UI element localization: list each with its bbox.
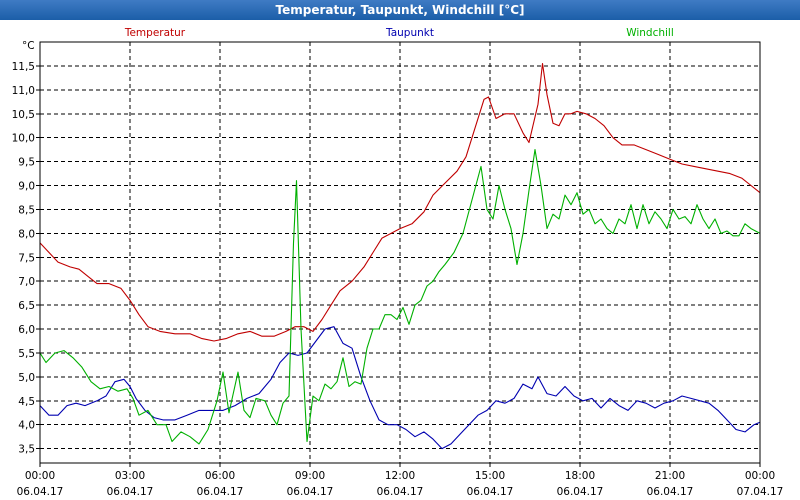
x-tick-date: 06.04.17 [17, 486, 64, 498]
y-tick-label: 10,5 [12, 109, 35, 121]
x-tick-date: 06.04.17 [197, 486, 244, 498]
y-tick-label: 11,0 [12, 85, 35, 97]
y-tick-label: 7,5 [18, 252, 35, 264]
x-tick-time: 15:00 [475, 470, 505, 482]
grid [40, 42, 760, 463]
legend-temperatur: Temperatur [124, 27, 186, 39]
x-tick-date: 06.04.17 [647, 486, 694, 498]
y-tick-label: 8,5 [18, 204, 35, 216]
y-tick-label: 8,0 [18, 228, 35, 240]
line-chart: 3,5 4,0 4,5 5,0 5,5 6,0 6,5 7,0 7,5 8,0 8,5 9,0 9,5 1… [12, 27, 784, 498]
x-tick-time: 12:00 [385, 470, 415, 482]
x-tick-date: 06.04.17 [377, 486, 424, 498]
x-tick-time: 06:00 [205, 470, 235, 482]
x-tick-time: 03:00 [115, 470, 145, 482]
x-tick-date: 06.04.17 [287, 486, 334, 498]
x-tick-date: 07.04.17 [737, 486, 784, 498]
y-tick-label: 4,5 [18, 396, 35, 408]
y-tick-label: 10,0 [12, 133, 35, 145]
y-tick-label: 9,5 [18, 157, 35, 169]
y-tick-label: 5,5 [18, 348, 35, 360]
x-tick-time: 00:00 [25, 470, 55, 482]
x-tick-date: 06.04.17 [467, 486, 514, 498]
y-tick-label: 11,5 [12, 61, 35, 73]
legend-taupunkt: Taupunkt [385, 27, 434, 39]
x-tick-date: 06.04.17 [107, 486, 154, 498]
y-tick-label: 7,0 [18, 276, 35, 288]
y-tick-label: 6,5 [18, 300, 35, 312]
y-tick-label: 6,0 [18, 324, 35, 336]
legend: Temperatur Taupunkt Windchill [124, 27, 674, 39]
x-tick-date: 06.04.17 [557, 486, 604, 498]
x-tick-time: 18:00 [565, 470, 595, 482]
legend-windchill: Windchill [626, 27, 674, 39]
y-tick-label: 3,5 [18, 444, 35, 456]
y-tick-label: 9,0 [18, 181, 35, 193]
y-tick-label: 4,0 [18, 420, 35, 432]
y-axis-unit-label: °C [22, 40, 35, 52]
y-tick-label: 5,0 [18, 372, 35, 384]
x-tick-time: 21:00 [655, 470, 685, 482]
x-axis-ticks: 00:00 06.04.17 03:00 06.04.17 06:00 06.04.17 0… [17, 463, 784, 498]
y-axis-ticks: 3,5 4,0 4,5 5,0 5,5 6,0 6,5 7,0 7,5 8,0 8,5 9,0 9,5 1… [12, 61, 40, 456]
x-tick-time: 00:00 [745, 470, 775, 482]
x-tick-time: 09:00 [295, 470, 325, 482]
window-title: Temperatur, Taupunkt, Windchill [°C] [0, 0, 800, 20]
